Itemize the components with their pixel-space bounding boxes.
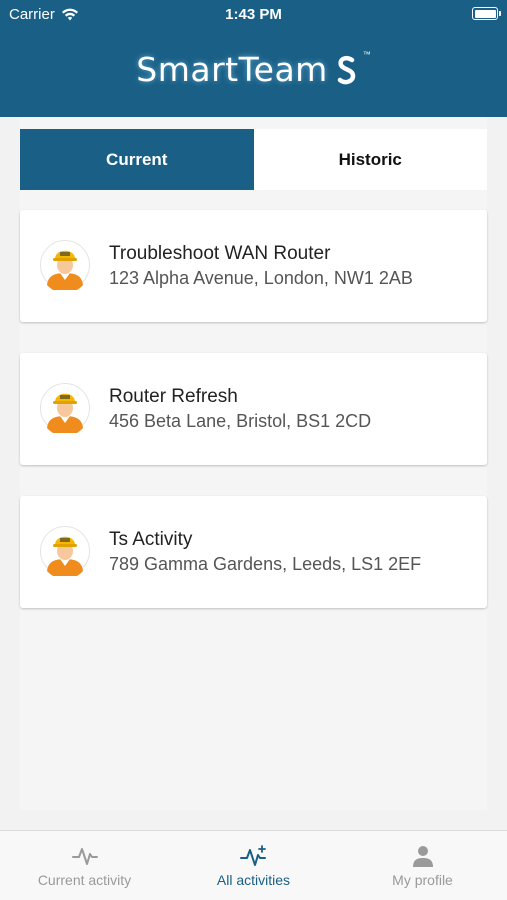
activity-card[interactable]: Troubleshoot WAN Router 123 Alpha Avenue… bbox=[20, 210, 487, 322]
battery-icon bbox=[472, 7, 501, 20]
app-header: Carrier 1:43 PM SmartTeam ™ bbox=[0, 0, 507, 117]
activity-plus-icon bbox=[239, 845, 266, 866]
tabbar-label: My profile bbox=[392, 872, 453, 888]
activity-title: Ts Activity bbox=[109, 529, 193, 550]
activity-tabs: Current Historic bbox=[20, 129, 487, 190]
tabbar-my-profile[interactable]: My profile bbox=[338, 831, 507, 900]
activity-card[interactable]: Router Refresh 456 Beta Lane, Bristol, B… bbox=[20, 353, 487, 465]
engineer-avatar-icon bbox=[40, 526, 90, 576]
activity-address: 789 Gamma Gardens, Leeds, LS1 2EF bbox=[109, 554, 422, 574]
activity-address: 456 Beta Lane, Bristol, BS1 2CD bbox=[109, 411, 372, 431]
engineer-avatar-icon bbox=[40, 383, 90, 433]
tabbar-current-activity[interactable]: Current activity bbox=[0, 831, 169, 900]
activity-title: Router Refresh bbox=[109, 386, 238, 407]
tab-current[interactable]: Current bbox=[20, 129, 254, 190]
person-icon bbox=[412, 846, 433, 867]
logo-trademark: ™ bbox=[362, 50, 371, 59]
status-bar: Carrier 1:43 PM bbox=[0, 0, 507, 30]
tabbar-label: Current activity bbox=[37, 872, 132, 888]
activity-card[interactable]: Ts Activity 789 Gamma Gardens, Leeds, LS… bbox=[20, 496, 487, 608]
activity-icon bbox=[71, 848, 98, 865]
activity-address: 123 Alpha Avenue, London, NW1 2AB bbox=[109, 268, 413, 288]
tabbar-label: All activities bbox=[216, 872, 291, 888]
engineer-avatar-icon bbox=[40, 240, 90, 290]
tab-historic[interactable]: Historic bbox=[253, 129, 487, 190]
logo-text: SmartTeam bbox=[136, 50, 328, 89]
tabbar-all-activities[interactable]: All activities bbox=[169, 831, 338, 900]
logo-mark-icon bbox=[338, 55, 356, 84]
activity-title: Troubleshoot WAN Router bbox=[109, 243, 331, 264]
smartteam-logo: SmartTeam ™ bbox=[0, 50, 507, 100]
main-content: Current Historic Troubleshoot WAN Router… bbox=[20, 117, 487, 810]
bottom-tab-bar: Current activity All activities My profi… bbox=[0, 830, 507, 900]
status-time: 1:43 PM bbox=[225, 6, 282, 23]
